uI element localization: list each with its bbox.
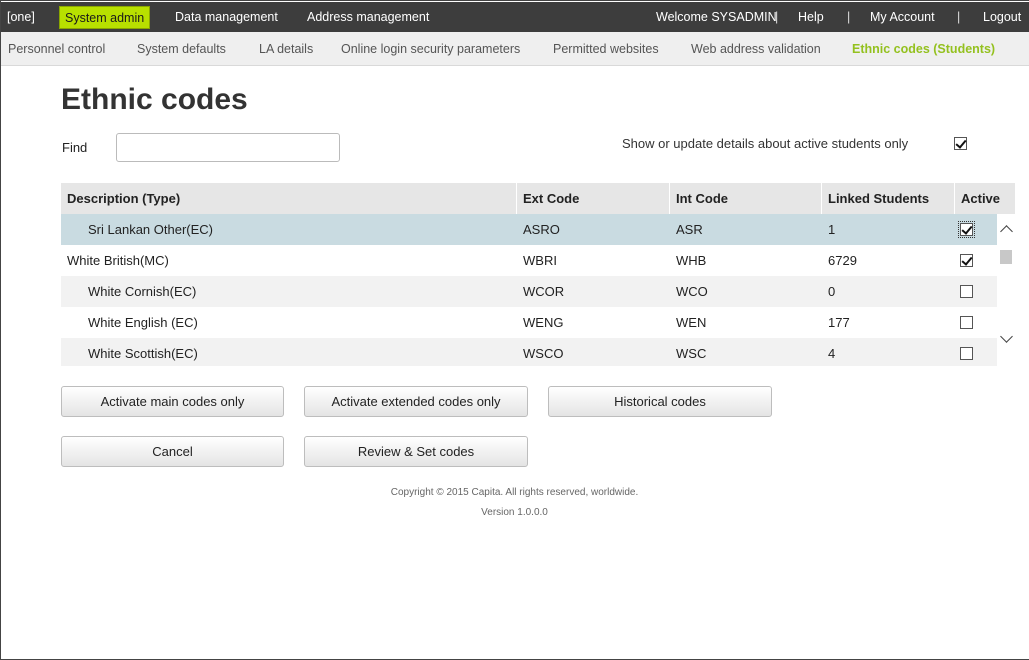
table-header: Description (Type) Ext Code Int Code Lin… bbox=[61, 183, 1016, 214]
separator: | bbox=[957, 10, 961, 24]
subnav-system-defaults[interactable]: System defaults bbox=[137, 32, 226, 66]
activate-extended-codes-button[interactable]: Activate extended codes only bbox=[304, 386, 528, 417]
cell-description: White Scottish(EC) bbox=[88, 346, 198, 361]
column-header-linked-students[interactable]: Linked Students bbox=[822, 183, 955, 214]
active-checkbox[interactable] bbox=[958, 221, 975, 238]
active-checkbox[interactable] bbox=[960, 316, 973, 329]
cancel-button[interactable]: Cancel bbox=[61, 436, 284, 467]
subnav-la-details[interactable]: LA details bbox=[259, 32, 313, 66]
column-header-int-code[interactable]: Int Code bbox=[670, 183, 822, 214]
subnav-personnel-control[interactable]: Personnel control bbox=[8, 32, 105, 66]
table-body: Sri Lankan Other(EC) ASRO ASR 1 White Br… bbox=[61, 214, 1016, 366]
cell-int-code: WCO bbox=[676, 284, 708, 299]
scroll-up-icon[interactable] bbox=[1000, 225, 1013, 238]
nav-address-management[interactable]: Address management bbox=[307, 2, 429, 32]
cell-int-code: WHB bbox=[676, 253, 707, 268]
cell-linked-students: 6729 bbox=[828, 253, 857, 268]
active-checkbox[interactable] bbox=[960, 254, 973, 267]
subnav-permitted-websites[interactable]: Permitted websites bbox=[553, 32, 659, 66]
find-label: Find bbox=[62, 140, 88, 155]
nav-system-admin[interactable]: System admin bbox=[59, 6, 151, 29]
subnav-web-address-validation[interactable]: Web address validation bbox=[691, 32, 821, 66]
table-row[interactable]: Sri Lankan Other(EC) ASRO ASR 1 bbox=[61, 214, 1016, 245]
version-text: Version 1.0.0.0 bbox=[481, 507, 548, 518]
cell-description: White Cornish(EC) bbox=[88, 284, 197, 299]
table-scrollbar[interactable] bbox=[997, 214, 1016, 366]
scroll-thumb[interactable] bbox=[1000, 250, 1012, 264]
column-header-description[interactable]: Description (Type) bbox=[61, 183, 517, 214]
column-header-active[interactable]: Active bbox=[955, 183, 1016, 214]
page-title: Ethnic codes bbox=[61, 83, 248, 116]
cell-int-code: ASR bbox=[676, 222, 703, 237]
logout-link[interactable]: Logout bbox=[983, 2, 1021, 32]
cell-linked-students: 0 bbox=[828, 284, 836, 299]
separator: | bbox=[775, 10, 779, 24]
cell-linked-students: 177 bbox=[828, 315, 850, 330]
sub-navigation-bar: Personnel control System defaults LA det… bbox=[1, 32, 1029, 66]
subnav-ethnic-codes[interactable]: Ethnic codes (Students) bbox=[852, 32, 995, 66]
cell-ext-code: WENG bbox=[523, 315, 564, 330]
active-checkbox[interactable] bbox=[960, 347, 973, 360]
cell-description: Sri Lankan Other(EC) bbox=[88, 222, 213, 237]
cell-description: White English (EC) bbox=[88, 315, 198, 330]
home-link[interactable]: [one] bbox=[7, 2, 35, 32]
cell-int-code: WEN bbox=[676, 315, 707, 330]
cell-ext-code: WCOR bbox=[523, 284, 565, 299]
historical-codes-button[interactable]: Historical codes bbox=[548, 386, 772, 417]
cell-description: White British(MC) bbox=[67, 253, 169, 268]
review-set-codes-button[interactable]: Review & Set codes bbox=[304, 436, 528, 467]
active-checkbox[interactable] bbox=[960, 285, 973, 298]
cell-ext-code: ASRO bbox=[523, 222, 560, 237]
active-only-checkbox[interactable] bbox=[954, 137, 967, 150]
find-input[interactable] bbox=[116, 133, 340, 162]
cell-linked-students: 1 bbox=[828, 222, 836, 237]
table-row[interactable]: White English (EC) WENG WEN 177 bbox=[61, 307, 1016, 338]
my-account-link[interactable]: My Account bbox=[870, 2, 935, 32]
scroll-down-icon[interactable] bbox=[1000, 330, 1013, 343]
subnav-online-login-security[interactable]: Online login security parameters bbox=[341, 32, 520, 66]
help-link[interactable]: Help bbox=[798, 2, 824, 32]
nav-data-management[interactable]: Data management bbox=[175, 2, 278, 32]
cell-ext-code: WBRI bbox=[523, 253, 557, 268]
cell-linked-students: 4 bbox=[828, 346, 836, 361]
table-row[interactable]: White Scottish(EC) WSCO WSC 4 bbox=[61, 338, 1016, 366]
cell-ext-code: WSCO bbox=[523, 346, 564, 361]
top-navigation-bar: [one] System admin Data management Addre… bbox=[1, 2, 1029, 32]
cell-int-code: WSC bbox=[676, 346, 707, 361]
copyright-text: Copyright © 2015 Capita. All rights rese… bbox=[390, 487, 639, 498]
welcome-text: Welcome SYSADMIN bbox=[656, 10, 777, 24]
table-row[interactable]: White Cornish(EC) WCOR WCO 0 bbox=[61, 276, 1016, 307]
separator: | bbox=[847, 10, 851, 24]
column-header-ext-code[interactable]: Ext Code bbox=[517, 183, 670, 214]
activate-main-codes-button[interactable]: Activate main codes only bbox=[61, 386, 284, 417]
table-row[interactable]: White British(MC) WBRI WHB 6729 bbox=[61, 245, 1016, 276]
active-only-label: Show or update details about active stud… bbox=[622, 136, 909, 151]
